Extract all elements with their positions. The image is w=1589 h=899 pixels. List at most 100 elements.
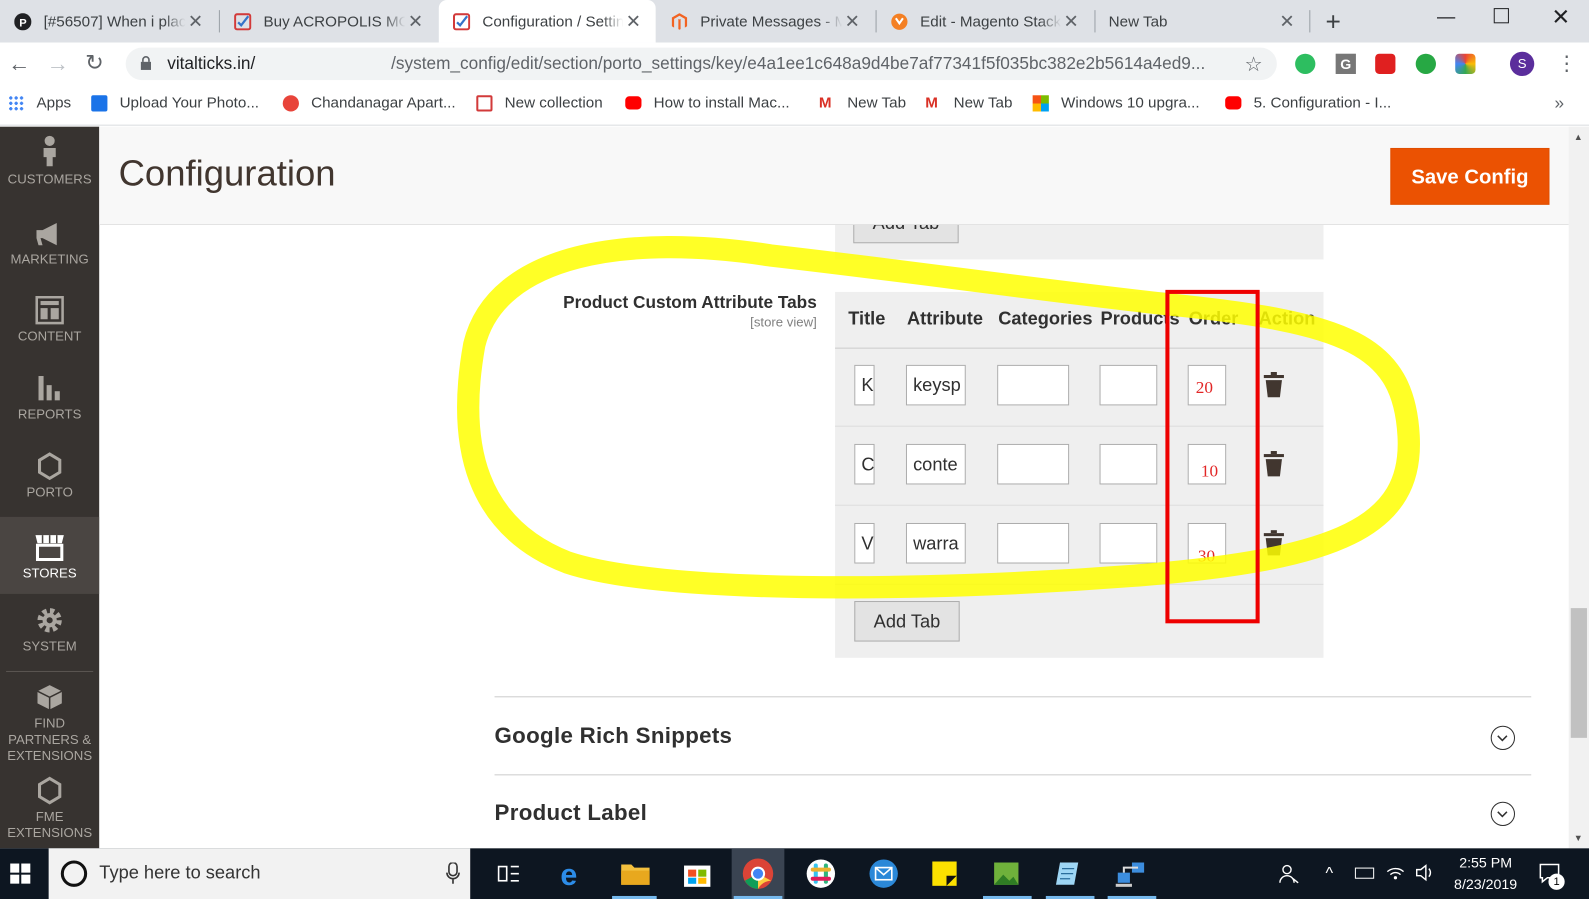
volume-icon[interactable] xyxy=(1415,864,1435,887)
battery-icon[interactable] xyxy=(1354,867,1375,879)
delete-row-icon[interactable] xyxy=(1263,371,1284,403)
products-input[interactable] xyxy=(1099,364,1158,406)
menu-dots-icon[interactable]: ⋮ xyxy=(1557,51,1577,76)
vertical-scrollbar[interactable] xyxy=(1568,126,1589,849)
sidebar-item-label: CUSTOMERS xyxy=(7,171,92,187)
scroll-down-arrow-icon[interactable]: ▼ xyxy=(1574,833,1583,843)
categories-input[interactable] xyxy=(997,522,1070,564)
browser-tab[interactable]: P [#56507] When i place ✕ xyxy=(0,0,218,43)
sidebar-item-stores[interactable]: STORES xyxy=(0,516,100,594)
categories-input[interactable] xyxy=(997,443,1070,485)
browser-tab[interactable]: Private Messages - Magento ✕ xyxy=(657,0,875,43)
title-input[interactable]: V xyxy=(854,522,875,564)
title-input[interactable]: K xyxy=(854,364,875,406)
bookmark-label: Upload Your Photo... xyxy=(119,94,260,112)
notepad-icon[interactable] xyxy=(1052,856,1086,890)
restore-icon[interactable] xyxy=(1493,8,1509,24)
close-tab-icon[interactable]: ✕ xyxy=(842,11,862,32)
products-input[interactable] xyxy=(1099,522,1158,564)
url-host: vitalticks.in/ xyxy=(167,53,256,73)
sidebar-item-porto[interactable]: PORTO xyxy=(0,452,99,517)
chevron-down-icon[interactable] xyxy=(1490,725,1516,751)
section-google-rich-snippets[interactable]: Google Rich Snippets xyxy=(495,723,733,749)
tab-title: Configuration / Settings xyxy=(482,12,624,30)
add-tab-button[interactable]: Add Tab xyxy=(854,601,960,642)
sticky-notes-icon[interactable] xyxy=(927,856,961,890)
windows-start-icon[interactable] xyxy=(10,863,31,889)
browser-tab[interactable]: Buy ACROPOLIS MODERN ✕ xyxy=(220,0,438,43)
save-config-button[interactable]: Save Config xyxy=(1390,147,1550,205)
mail-app-icon[interactable] xyxy=(866,856,900,890)
lock-icon xyxy=(140,56,152,76)
bookmark-item[interactable]: M New Tab xyxy=(819,94,906,111)
scrollbar-thumb[interactable] xyxy=(1570,608,1587,738)
browser-tab[interactable]: New Tab ✕ xyxy=(1094,0,1309,43)
attribute-input[interactable]: warra xyxy=(905,522,966,564)
bookmark-item[interactable]: Windows 10 upgra... xyxy=(1032,94,1200,111)
delete-row-icon[interactable] xyxy=(1263,451,1284,482)
bookmark-star-icon[interactable]: ☆ xyxy=(1244,52,1262,77)
close-tab-icon[interactable]: ✕ xyxy=(185,11,205,32)
close-window-icon[interactable]: ✕ xyxy=(1552,4,1571,30)
bookmark-item[interactable]: Chandanagar Apart... xyxy=(282,94,456,111)
task-view-icon[interactable] xyxy=(497,864,520,889)
file-explorer-icon[interactable] xyxy=(618,856,652,890)
bookmark-item[interactable]: 5. Configuration - I... xyxy=(1225,94,1391,111)
network-app-icon[interactable] xyxy=(1114,856,1148,890)
show-hidden-icons-icon[interactable]: ^ xyxy=(1326,866,1334,884)
bookmark-label: New Tab xyxy=(953,94,1013,112)
back-icon[interactable]: ← xyxy=(8,51,30,77)
new-tab-button[interactable]: + xyxy=(1326,6,1341,37)
sidebar-item-system[interactable]: SYSTEM xyxy=(0,606,99,671)
bookmark-item[interactable]: New collection xyxy=(476,94,603,111)
notification-badge: 1 xyxy=(1548,873,1565,890)
colorpick-extension-icon[interactable] xyxy=(1455,53,1476,74)
bookmark-item[interactable]: How to install Mac... xyxy=(625,94,790,111)
bookmarks-overflow-icon[interactable]: » xyxy=(1555,93,1565,113)
chevron-down-icon[interactable] xyxy=(1490,801,1516,827)
close-tab-icon[interactable]: ✕ xyxy=(1277,11,1297,32)
slack-icon[interactable] xyxy=(804,856,838,890)
browser-tab[interactable]: Edit - Magento Stack ✕ xyxy=(877,0,1094,43)
reload-icon[interactable]: ↻ xyxy=(85,50,104,76)
profile-avatar[interactable]: S xyxy=(1509,51,1535,77)
gear-icon xyxy=(37,608,62,633)
sidebar-item-reports[interactable]: REPORTS xyxy=(0,374,99,439)
grid-divider xyxy=(835,504,1324,506)
photos-app-icon[interactable] xyxy=(989,856,1023,890)
delete-row-icon[interactable] xyxy=(1263,530,1284,561)
close-tab-icon[interactable]: ✕ xyxy=(405,11,425,32)
wifi-icon[interactable] xyxy=(1385,864,1405,885)
bookmark-item[interactable]: Upload Your Photo... xyxy=(91,94,259,111)
section-product-label[interactable]: Product Label xyxy=(495,800,648,826)
sidebar-item-marketing[interactable]: MARKETING xyxy=(0,221,99,284)
grammarly-extension-icon[interactable]: G xyxy=(1335,53,1356,74)
close-tab-icon[interactable]: ✕ xyxy=(623,11,643,32)
evernote-extension-icon[interactable] xyxy=(1295,53,1316,74)
products-input[interactable] xyxy=(1099,443,1158,485)
tv-extension-icon[interactable] xyxy=(1375,53,1396,74)
microphone-icon[interactable] xyxy=(446,861,460,890)
bookmark-item[interactable]: M New Tab xyxy=(925,94,1012,111)
sidebar-item-customers[interactable]: CUSTOMERS xyxy=(0,135,99,204)
minimize-icon[interactable]: — xyxy=(1437,6,1455,27)
sidebar-item-fme-extensions[interactable]: FME EXTENSIONS xyxy=(0,776,99,847)
d-extension-icon[interactable] xyxy=(1415,53,1436,74)
browser-tab-active[interactable]: Configuration / Settings ✕ xyxy=(438,0,656,43)
bookmark-apps[interactable]: Apps xyxy=(8,94,71,111)
sidebar-item-content[interactable]: CONTENT xyxy=(0,295,99,361)
scroll-up-arrow-icon[interactable]: ▲ xyxy=(1574,132,1583,142)
chrome-icon[interactable] xyxy=(741,856,775,890)
attribute-input[interactable]: conte xyxy=(905,443,966,485)
system-clock[interactable]: 2:55 PM 8/23/2019 xyxy=(1437,852,1534,895)
title-input[interactable]: C xyxy=(854,443,875,485)
sidebar-item-find-partners[interactable]: FIND PARTNERS & EXTENSIONS xyxy=(0,683,99,763)
categories-input[interactable] xyxy=(997,364,1070,406)
edge-browser-icon[interactable]: e xyxy=(556,856,590,892)
close-tab-icon[interactable]: ✕ xyxy=(1061,11,1081,32)
forward-icon[interactable]: → xyxy=(47,51,69,77)
store-app-icon[interactable] xyxy=(680,856,714,890)
attribute-input[interactable]: keysp xyxy=(905,364,966,406)
url-text: vitalticks.in/ /system_config/edit/sectio… xyxy=(167,54,1205,74)
people-icon[interactable] xyxy=(1279,864,1299,889)
